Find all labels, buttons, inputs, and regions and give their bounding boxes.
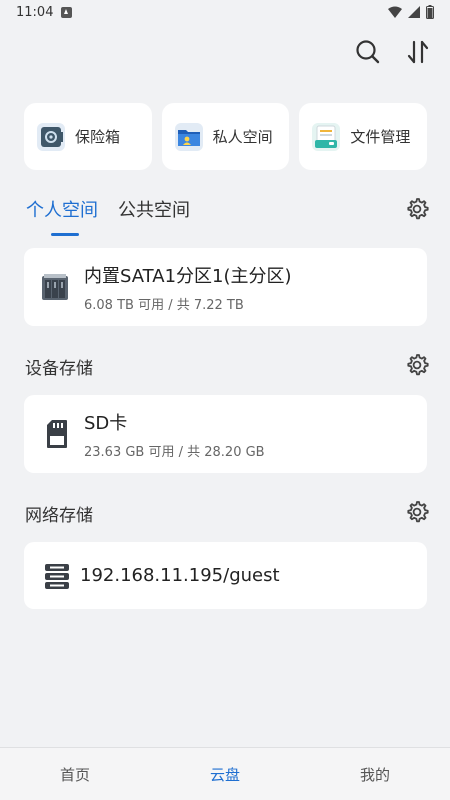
status-indicators (388, 5, 434, 19)
private-folder-icon (174, 122, 203, 151)
nav-profile[interactable]: 我的 (300, 748, 450, 800)
status-bar: 11:04 (0, 0, 450, 24)
internal-sata-name: 内置SATA1分区1(主分区) (84, 265, 292, 287)
internal-sata-card[interactable]: 内置SATA1分区1(主分区) 6.08 TB 可用 / 共 7.22 TB (24, 248, 427, 326)
bottom-nav: 首页 云盘 我的 (0, 747, 450, 800)
sort-icon (407, 40, 429, 64)
sd-card-usage: 23.63 GB 可用 / 共 28.20 GB (84, 444, 265, 460)
file-manager-icon (312, 122, 341, 151)
server-icon (45, 563, 69, 589)
tab-public-space[interactable]: 公共空间 (118, 196, 190, 236)
sort-button[interactable] (402, 36, 434, 68)
sd-card-name: SD卡 (84, 412, 128, 434)
device-storage-settings-icon[interactable] (404, 352, 430, 378)
network-share-item[interactable]: 192.168.11.195/guest (24, 542, 427, 609)
file-manager-card[interactable]: 文件管理 (299, 103, 428, 170)
wifi-icon (388, 6, 402, 18)
sd-card-item[interactable]: SD卡 23.63 GB 可用 / 共 28.20 GB (24, 395, 427, 473)
sd-card-icon (47, 420, 67, 448)
private-space-label: 私人空间 (212, 128, 273, 146)
quick-access-row: 保险箱 私人空间 文件管理 (24, 103, 428, 170)
personal-space-settings-icon[interactable] (404, 196, 430, 222)
safe-label: 保险箱 (75, 128, 121, 146)
space-tabs: 个人空间 公共空间 (26, 196, 190, 236)
network-storage-settings-icon[interactable] (404, 499, 430, 525)
network-storage-title: 网络存储 (25, 506, 93, 526)
hard-drive-array-icon (42, 274, 68, 300)
toolbar (352, 36, 434, 68)
battery-icon (426, 5, 434, 19)
internal-sata-info: 内置SATA1分区1(主分区) 6.08 TB 可用 / 共 7.22 TB (84, 262, 292, 313)
safe-icon (37, 122, 65, 151)
network-share-address: 192.168.11.195/guest (80, 565, 280, 586)
search-icon (356, 40, 380, 64)
status-time: 11:04 (16, 4, 54, 20)
file-manager-label: 文件管理 (350, 128, 411, 146)
device-storage-title: 设备存储 (25, 359, 93, 379)
safe-card[interactable]: 保险箱 (24, 103, 152, 170)
tab-personal-space[interactable]: 个人空间 (26, 196, 98, 236)
nav-home[interactable]: 首页 (0, 748, 150, 800)
signal-icon (408, 6, 420, 18)
search-button[interactable] (352, 36, 384, 68)
sd-card-info: SD卡 23.63 GB 可用 / 共 28.20 GB (84, 409, 265, 460)
private-space-card[interactable]: 私人空间 (161, 103, 290, 170)
notification-icon (61, 6, 73, 18)
internal-sata-usage: 6.08 TB 可用 / 共 7.22 TB (84, 297, 244, 313)
nav-cloud-drive[interactable]: 云盘 (150, 748, 300, 800)
